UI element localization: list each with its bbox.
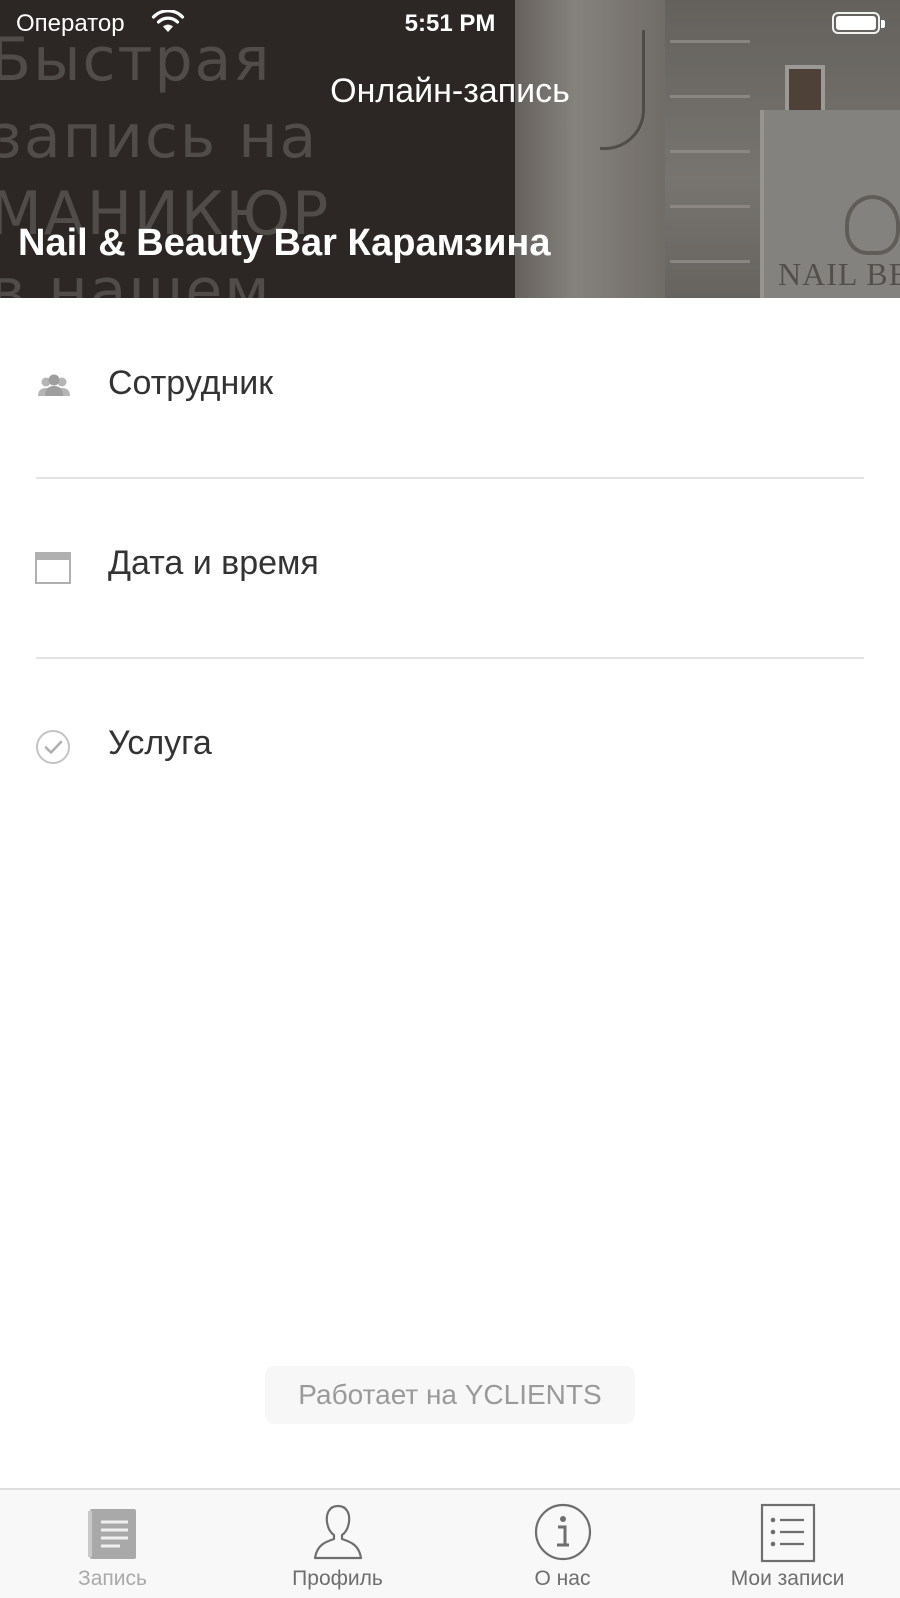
- status-time: 5:51 PM: [404, 10, 496, 37]
- document-icon: [87, 1509, 136, 1559]
- calendar-icon: [35, 552, 71, 584]
- status-bar: Оператор 5:51 PM: [0, 0, 900, 48]
- salon-name: Nail & Beauty Bar Карамзина: [18, 222, 551, 264]
- booking-screen: NAIL BE Быстрая запись на МАНИКЮР в наше…: [0, 0, 900, 1598]
- staff-icon: [38, 374, 70, 396]
- tab-my-bookings[interactable]: Мои записи: [675, 1490, 900, 1598]
- header-banner: NAIL BE Быстрая запись на МАНИКЮР в наше…: [0, 0, 900, 298]
- menu-item-staff[interactable]: Сотрудник: [0, 298, 900, 478]
- tab-label: Запись: [78, 1567, 147, 1590]
- nav-title: Онлайн-запись: [330, 72, 570, 110]
- powered-by-label[interactable]: Работает на YCLIENTS: [265, 1366, 635, 1424]
- tab-about[interactable]: О нас: [450, 1490, 675, 1598]
- checkmark-circle-icon: [36, 730, 70, 764]
- list-icon: [760, 1503, 815, 1563]
- tab-bar: Запись Профиль О нас Мои записи: [0, 1488, 900, 1598]
- menu-item-service[interactable]: Услуга: [0, 658, 900, 838]
- menu-item-label: Дата и время: [108, 544, 319, 582]
- tab-label: О нас: [534, 1567, 591, 1590]
- booking-options-list: Сотрудник Дата и время Услуга: [0, 298, 900, 838]
- battery-icon: [832, 12, 885, 34]
- tab-label: Профиль: [292, 1567, 383, 1590]
- menu-item-label: Услуга: [108, 724, 212, 762]
- info-icon: [534, 1503, 591, 1561]
- tab-booking[interactable]: Запись: [0, 1490, 225, 1598]
- menu-item-label: Сотрудник: [108, 364, 274, 402]
- tab-label: Мои записи: [730, 1567, 845, 1590]
- profile-icon: [313, 1504, 362, 1560]
- tab-profile[interactable]: Профиль: [225, 1490, 450, 1598]
- menu-item-date-time[interactable]: Дата и время: [0, 478, 900, 658]
